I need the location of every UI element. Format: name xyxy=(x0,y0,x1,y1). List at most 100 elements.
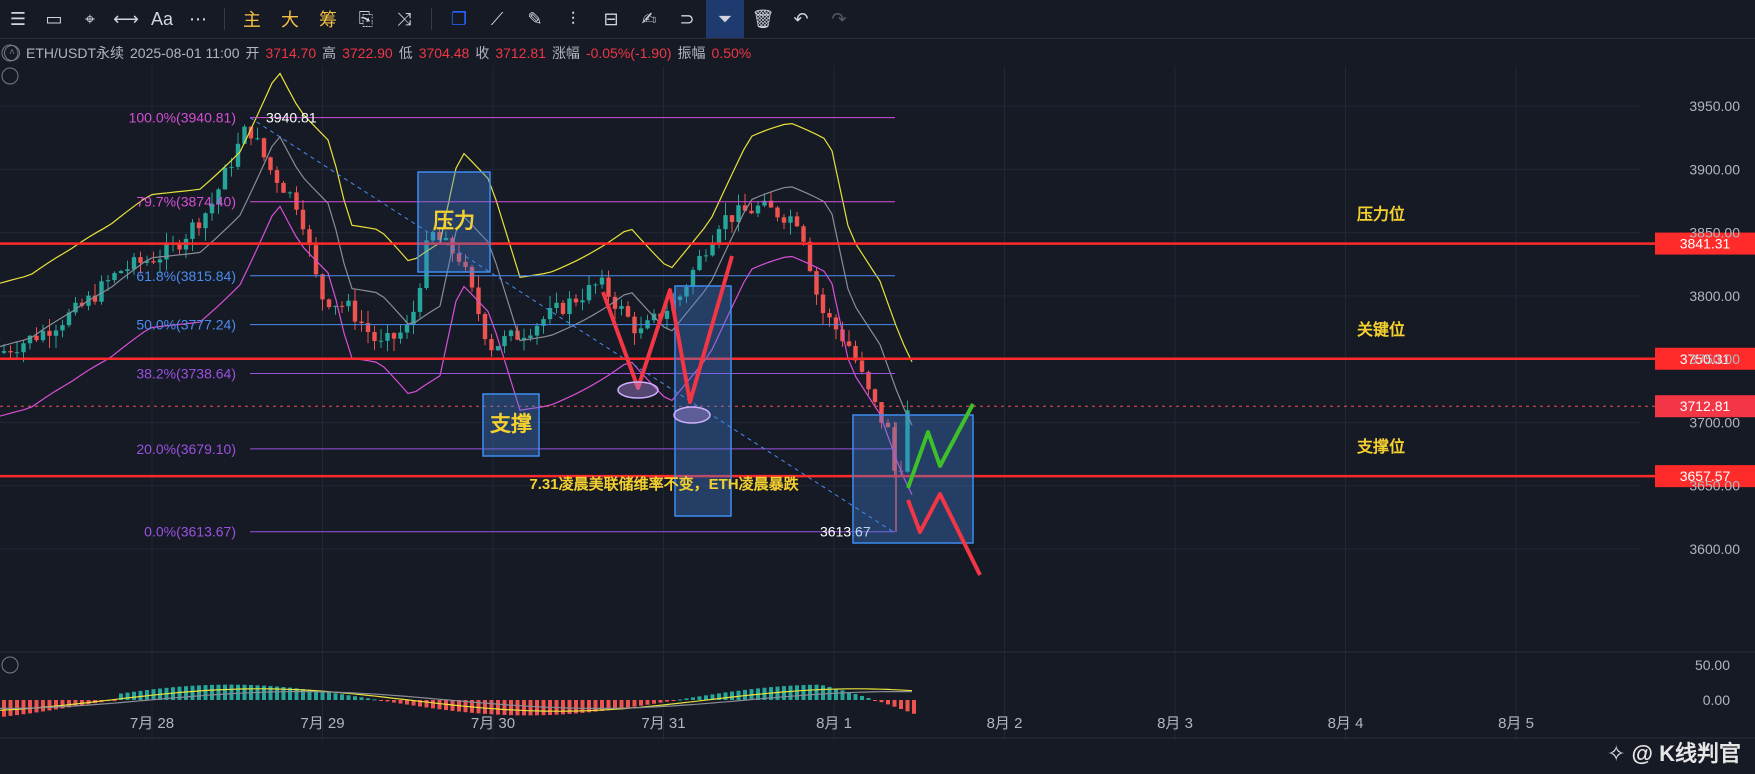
macd-bar xyxy=(645,700,650,705)
key-level-annotation: 压力位 xyxy=(1357,205,1405,224)
macd-bar xyxy=(600,700,604,711)
macd-bar xyxy=(899,700,903,709)
w-bottom-marker xyxy=(617,381,659,399)
macd-bar xyxy=(632,700,637,707)
macd-bar xyxy=(21,700,26,715)
candle-body xyxy=(112,273,117,281)
macd-bar xyxy=(905,700,910,712)
fib-level-label: 61.8%(3815.84) xyxy=(136,268,236,284)
candle-body xyxy=(664,310,670,319)
macd-bar xyxy=(379,700,383,701)
candle-body xyxy=(807,241,813,272)
price-axis-label: 3800.00 xyxy=(1689,288,1740,304)
macd-bar xyxy=(665,700,669,702)
candle-body xyxy=(391,333,397,339)
candle-body xyxy=(138,257,143,263)
macd-bar xyxy=(132,691,136,700)
candle-body xyxy=(118,271,124,274)
macd-bar xyxy=(197,685,201,700)
macd-bar xyxy=(619,700,624,709)
macd-bar xyxy=(736,690,741,700)
candle-body xyxy=(34,335,39,341)
candle-body xyxy=(300,209,306,230)
macd-bar xyxy=(366,698,370,700)
fib-level-label: 79.7%(3874.40) xyxy=(136,194,236,210)
candle-body xyxy=(320,274,325,300)
macd-bar xyxy=(723,692,728,700)
macd-bar xyxy=(327,692,331,700)
macd-bar xyxy=(788,685,793,700)
macd-bar xyxy=(522,700,526,716)
candle-body xyxy=(47,330,52,336)
candle-body xyxy=(157,259,163,263)
candle-body xyxy=(749,210,754,214)
macd-bar xyxy=(301,689,305,700)
macd-bar xyxy=(879,700,884,703)
macd-bar xyxy=(853,694,858,700)
macd-bar xyxy=(320,691,325,700)
candle-body xyxy=(378,340,384,342)
candle-body xyxy=(528,335,533,338)
candle-body xyxy=(339,305,345,307)
macd-bar xyxy=(353,696,357,700)
candle-body xyxy=(190,222,195,239)
macd-bar xyxy=(691,697,695,700)
last-price-value: 3712.81 xyxy=(1680,398,1731,414)
candle-body xyxy=(151,261,156,263)
candle-body xyxy=(222,167,228,190)
candle-body xyxy=(638,328,644,334)
macd-bar xyxy=(392,700,396,703)
macd-bar xyxy=(28,700,32,714)
candle-body xyxy=(268,157,273,171)
macd-bar xyxy=(873,700,877,701)
candle-body xyxy=(417,287,423,312)
macd-bar xyxy=(528,700,533,716)
candle-body xyxy=(534,325,540,336)
macd-bar xyxy=(210,684,214,700)
watermark: ✧ @ K线判官 xyxy=(1607,741,1741,766)
macd-bar xyxy=(509,700,513,716)
macd-bar xyxy=(912,700,916,714)
pressure-box-label: 压力 xyxy=(433,210,475,233)
time-axis-label: 8月 2 xyxy=(987,715,1023,732)
price-axis-label: 3750.00 xyxy=(1689,351,1740,367)
macd-bar xyxy=(203,685,208,700)
macd-bar xyxy=(795,685,799,700)
candle-body xyxy=(567,298,572,314)
macd-bar xyxy=(658,700,663,703)
expand-control-icon xyxy=(1,656,19,674)
candle-body xyxy=(560,302,566,314)
price-chart[interactable]: 100.0%(3940.81) 79.7%(3874.40) 61.8%(3815.… xyxy=(0,0,1755,774)
macd-bar xyxy=(840,690,845,700)
candle-body xyxy=(580,300,585,303)
macd-bar xyxy=(567,700,572,714)
time-axis-label: 8月 1 xyxy=(816,715,852,732)
candle-body xyxy=(801,226,806,242)
candle-body xyxy=(326,299,332,308)
macd-bar xyxy=(385,700,390,702)
macd-bar xyxy=(814,684,819,700)
candle-body xyxy=(781,217,787,223)
macd-bar xyxy=(229,684,234,700)
time-axis-label: 8月 5 xyxy=(1498,715,1534,732)
macd-bar xyxy=(626,700,630,708)
key-level-annotation: 支撑位 xyxy=(1356,437,1405,456)
candle-body xyxy=(593,284,598,286)
price-axis-label: 3600.00 xyxy=(1689,541,1740,557)
candle-body xyxy=(281,182,286,193)
candle-body xyxy=(775,207,780,218)
fib-level-label: 20.0%(3679.10) xyxy=(136,441,236,457)
macd-bar xyxy=(697,696,702,700)
macd-bar xyxy=(223,684,227,700)
candle-body xyxy=(508,330,514,337)
time-axis-label: 8月 3 xyxy=(1157,715,1193,732)
candle-body xyxy=(619,306,624,309)
macd-bar xyxy=(652,700,656,704)
candle-body xyxy=(385,333,390,341)
macd-bar xyxy=(190,685,195,700)
candle-body xyxy=(105,280,111,282)
macd-bar xyxy=(398,700,403,704)
candle-body xyxy=(625,306,631,317)
macd-bar xyxy=(359,697,364,700)
macd-bar xyxy=(730,691,734,700)
